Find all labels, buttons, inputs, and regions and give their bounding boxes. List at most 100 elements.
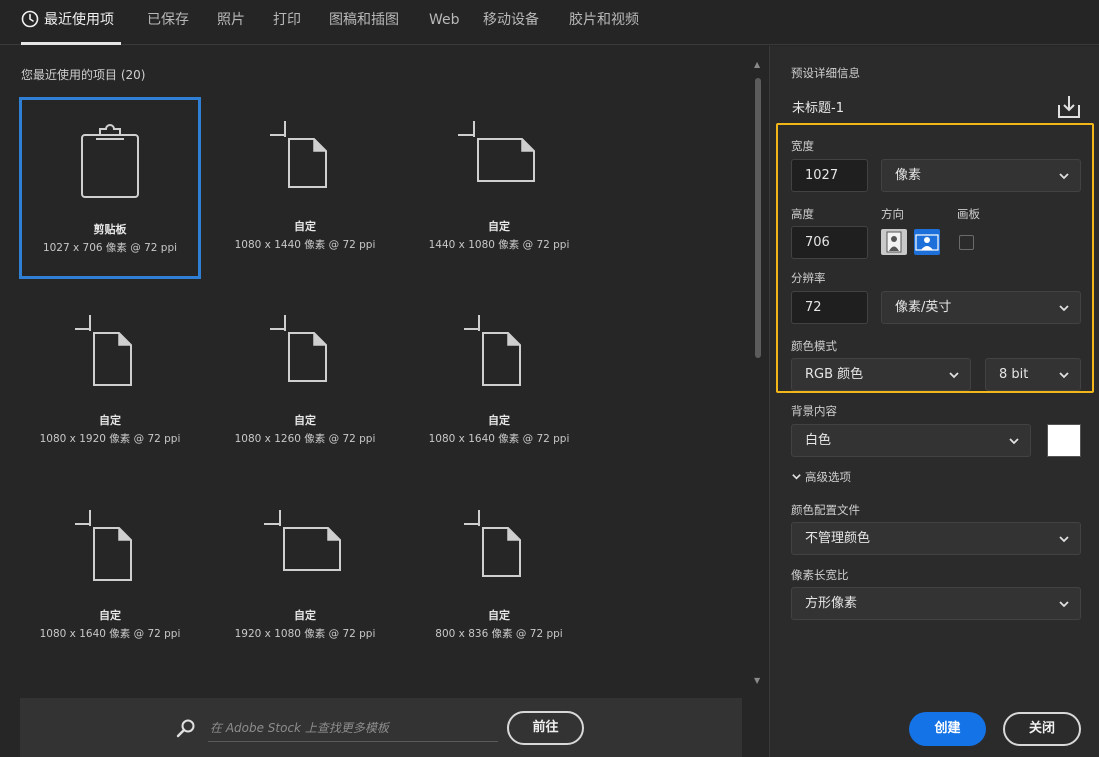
resolution-label: 分辨率 <box>791 271 826 285</box>
tab-label: 胶片和视频 <box>569 12 639 28</box>
card-name: 自定 <box>488 220 510 233</box>
tab-print[interactable]: 打印 <box>273 0 301 45</box>
chevron-down-icon <box>1059 536 1069 543</box>
background-select[interactable]: 白色 <box>791 424 1031 457</box>
card-dimensions: 1080 x 1640 像素 @ 72 ppi <box>428 433 570 445</box>
tab-film-video[interactable]: 胶片和视频 <box>569 0 639 45</box>
card-dimensions: 1080 x 1920 像素 @ 72 ppi <box>39 433 181 445</box>
resolution-input[interactable]: 72 <box>791 291 868 324</box>
advanced-label: 高级选项 <box>805 470 851 484</box>
color-mode-label: 颜色模式 <box>791 339 837 353</box>
save-preset-icon[interactable] <box>1056 94 1082 120</box>
preset-card[interactable]: 自定 1080 x 1440 像素 @ 72 ppi <box>214 97 396 279</box>
category-tabs: 最近使用项 已保存 照片 打印 图稿和插图 Web 移动设备 胶片和视频 <box>0 0 1099 45</box>
background-label: 背景内容 <box>791 404 837 418</box>
preset-card[interactable]: 自定 1920 x 1080 像素 @ 72 ppi <box>214 486 396 668</box>
background-color-swatch[interactable] <box>1047 424 1081 457</box>
document-portrait-icon <box>75 510 132 581</box>
tab-photo[interactable]: 照片 <box>217 0 245 45</box>
recent-title: 您最近使用的项目 (20) <box>21 68 146 82</box>
preset-details-panel: 预设详细信息 未标题-1 宽度 1027 像素 高度 方向 画板 706 分辨率… <box>769 46 1099 757</box>
pixel-aspect-select[interactable]: 方形像素 <box>791 587 1081 620</box>
portrait-orientation-icon[interactable] <box>881 229 907 255</box>
recent-scrollbar[interactable]: ▲ ▼ <box>752 60 764 690</box>
card-name: 自定 <box>488 414 510 427</box>
document-landscape-icon <box>458 121 535 182</box>
tab-label: 最近使用项 <box>44 12 114 28</box>
preset-card-clipboard[interactable]: 剪贴板 1027 x 706 像素 @ 72 ppi <box>19 97 201 279</box>
tab-art-illustration[interactable]: 图稿和插图 <box>329 0 399 45</box>
chevron-down-icon <box>1059 305 1069 312</box>
preset-card[interactable]: 自定 800 x 836 像素 @ 72 ppi <box>408 486 590 668</box>
preset-card[interactable]: 自定 1440 x 1080 像素 @ 72 ppi <box>408 97 590 279</box>
preset-card[interactable]: 自定 1080 x 1640 像素 @ 72 ppi <box>19 486 201 668</box>
tab-saved[interactable]: 已保存 <box>147 0 189 45</box>
tab-recent[interactable]: 最近使用项 <box>21 0 121 45</box>
select-value: 不管理颜色 <box>805 531 871 546</box>
scroll-up-icon[interactable]: ▲ <box>754 60 760 69</box>
card-dimensions: 1080 x 1260 像素 @ 72 ppi <box>234 433 376 445</box>
chevron-down-icon <box>1059 173 1069 180</box>
document-portrait-icon <box>464 315 521 386</box>
go-button[interactable]: 前往 <box>507 711 584 745</box>
artboard-checkbox[interactable] <box>959 235 974 250</box>
color-profile-select[interactable]: 不管理颜色 <box>791 522 1081 555</box>
tab-label: Web <box>429 12 460 28</box>
select-value: 方形像素 <box>805 596 858 611</box>
select-value: 像素 <box>895 168 922 183</box>
color-mode-select[interactable]: RGB 颜色 <box>791 358 971 391</box>
select-value: 白色 <box>805 433 832 448</box>
card-name: 剪贴板 <box>93 223 127 236</box>
card-dimensions: 1920 x 1080 像素 @ 72 ppi <box>234 628 376 640</box>
tab-web[interactable]: Web <box>429 0 460 45</box>
resolution-unit-select[interactable]: 像素/英寸 <box>881 291 1081 324</box>
preset-section-label: 预设详细信息 <box>791 66 860 80</box>
scroll-down-icon[interactable]: ▼ <box>754 676 760 685</box>
create-button[interactable]: 创建 <box>909 712 986 746</box>
card-name: 自定 <box>488 609 510 622</box>
stock-search-bar: 前往 <box>20 698 742 757</box>
stock-search-input[interactable] <box>208 714 498 742</box>
chevron-down-icon <box>1009 438 1019 445</box>
tab-label: 打印 <box>273 12 301 28</box>
artboard-label: 画板 <box>957 207 980 221</box>
chevron-down-icon <box>1059 601 1069 608</box>
chevron-down-icon <box>949 372 959 379</box>
card-dimensions: 1027 x 706 像素 @ 72 ppi <box>42 242 178 254</box>
scroll-thumb[interactable] <box>755 78 761 358</box>
orientation-label: 方向 <box>881 207 904 221</box>
close-button[interactable]: 关闭 <box>1003 712 1081 746</box>
tab-label: 照片 <box>217 12 245 28</box>
color-profile-label: 颜色配置文件 <box>791 503 860 517</box>
document-portrait-icon <box>464 510 521 577</box>
landscape-orientation-icon[interactable] <box>914 229 940 255</box>
card-dimensions: 1080 x 1440 像素 @ 72 ppi <box>234 239 376 251</box>
card-name: 自定 <box>294 220 316 233</box>
card-dimensions: 1080 x 1640 像素 @ 72 ppi <box>39 628 181 640</box>
select-value: 像素/英寸 <box>895 300 952 315</box>
document-landscape-icon <box>264 510 341 571</box>
document-portrait-icon <box>270 121 327 188</box>
preset-card[interactable]: 自定 1080 x 1260 像素 @ 72 ppi <box>214 291 396 473</box>
preset-card[interactable]: 自定 1080 x 1640 像素 @ 72 ppi <box>408 291 590 473</box>
width-unit-select[interactable]: 像素 <box>881 159 1081 192</box>
recent-panel: 您最近使用的项目 (20) 剪贴板 1027 x 706 像素 @ 72 ppi… <box>0 46 768 757</box>
clipboard-icon <box>81 124 139 198</box>
document-name[interactable]: 未标题-1 <box>792 97 844 116</box>
card-name: 自定 <box>294 609 316 622</box>
height-input[interactable]: 706 <box>791 226 868 259</box>
advanced-options-toggle[interactable]: 高级选项 <box>791 469 851 485</box>
card-name: 自定 <box>99 609 121 622</box>
card-dimensions: 800 x 836 像素 @ 72 ppi <box>435 628 563 640</box>
card-name: 自定 <box>294 414 316 427</box>
pixel-aspect-label: 像素长宽比 <box>791 568 849 582</box>
document-portrait-icon <box>270 315 327 382</box>
tab-label: 移动设备 <box>483 12 539 28</box>
tab-label: 已保存 <box>147 12 189 28</box>
bit-depth-select[interactable]: 8 bit <box>985 358 1081 391</box>
tab-mobile[interactable]: 移动设备 <box>483 0 539 45</box>
height-label: 高度 <box>791 207 814 221</box>
search-icon <box>176 719 195 738</box>
width-input[interactable]: 1027 <box>791 159 868 192</box>
preset-card[interactable]: 自定 1080 x 1920 像素 @ 72 ppi <box>19 291 201 473</box>
